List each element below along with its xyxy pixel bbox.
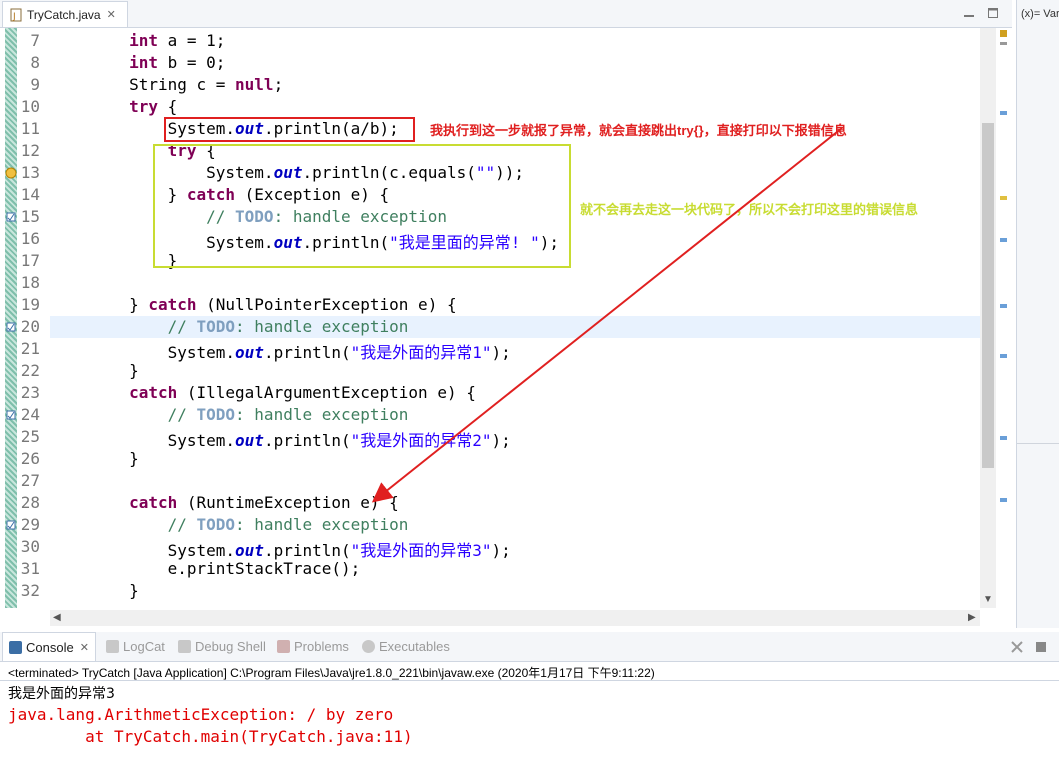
debug-shell-icon [178,640,191,653]
remove-launch-icon[interactable] [1010,640,1024,654]
logcat-icon [106,640,119,653]
overview-marker [1000,30,1007,37]
tab-close-icon[interactable]: ✕ [107,8,116,21]
minimize-icon[interactable] [963,7,975,19]
scroll-right-icon[interactable]: ▶ [968,612,976,623]
variables-view-strip: (x)= Var [1016,0,1059,628]
tab-console[interactable]: Console ✕ [2,632,96,661]
console-output-line: 我是外面的异常3 [8,686,115,702]
tab-debug-shell[interactable]: Debug Shell [178,632,266,661]
tab-problems[interactable]: Problems [277,632,349,661]
annotation-arrow [371,127,843,503]
console-close-icon[interactable]: ✕ [80,641,89,654]
tab-trycatch-java[interactable]: J TryCatch.java ✕ [2,1,128,27]
console-view: Console ✕ LogCat Debug Shell Problems Ex… [0,632,1059,765]
overview-marker [1000,42,1007,45]
console-status: <terminated> TryCatch [Java Application]… [8,666,655,680]
executables-icon [362,640,375,653]
code-editor[interactable]: 7 8 9 10 11 12 13 14 15 16 17 18 19 20 21 22 23 24 25 26 27 2… [0,28,1012,628]
overview-marker [1000,436,1007,440]
tab-title: TryCatch.java [27,7,101,22]
overview-marker [1000,238,1007,242]
console-output-line: java.lang.ArithmeticException: / by zero [8,705,394,724]
scrollbar-thumb[interactable] [982,123,994,468]
console-output-line: at TryCatch.main(TryCatch.java:11) [8,727,413,746]
overview-marker [1000,304,1007,308]
overview-marker [1000,354,1007,358]
editor-tab-bar: J TryCatch.java ✕ [0,0,1012,28]
svg-text:J: J [12,12,16,22]
tab-logcat[interactable]: LogCat [106,632,165,661]
pane-divider [1017,443,1059,444]
scroll-left-icon[interactable]: ◀ [53,612,61,623]
tab-executables[interactable]: Executables [362,632,450,661]
terminate-icon[interactable] [1034,640,1048,654]
java-file-icon: J [10,8,22,22]
maximize-icon[interactable] [987,7,999,19]
console-tab-bar: Console ✕ LogCat Debug Shell Problems Ex… [0,632,1059,662]
vertical-scrollbar[interactable]: ▼ [980,28,996,608]
scroll-down-icon[interactable]: ▼ [983,594,993,605]
console-icon [9,640,22,654]
overview-marker [1000,111,1007,115]
overview-ruler [997,28,1011,628]
horizontal-scrollbar[interactable]: ◀ ▶ [50,610,980,626]
variables-tab[interactable]: (x)= Var [1021,8,1059,20]
overview-marker [1000,196,1007,200]
problems-icon [277,640,290,653]
console-separator [0,680,1059,681]
overview-marker [1000,498,1007,502]
